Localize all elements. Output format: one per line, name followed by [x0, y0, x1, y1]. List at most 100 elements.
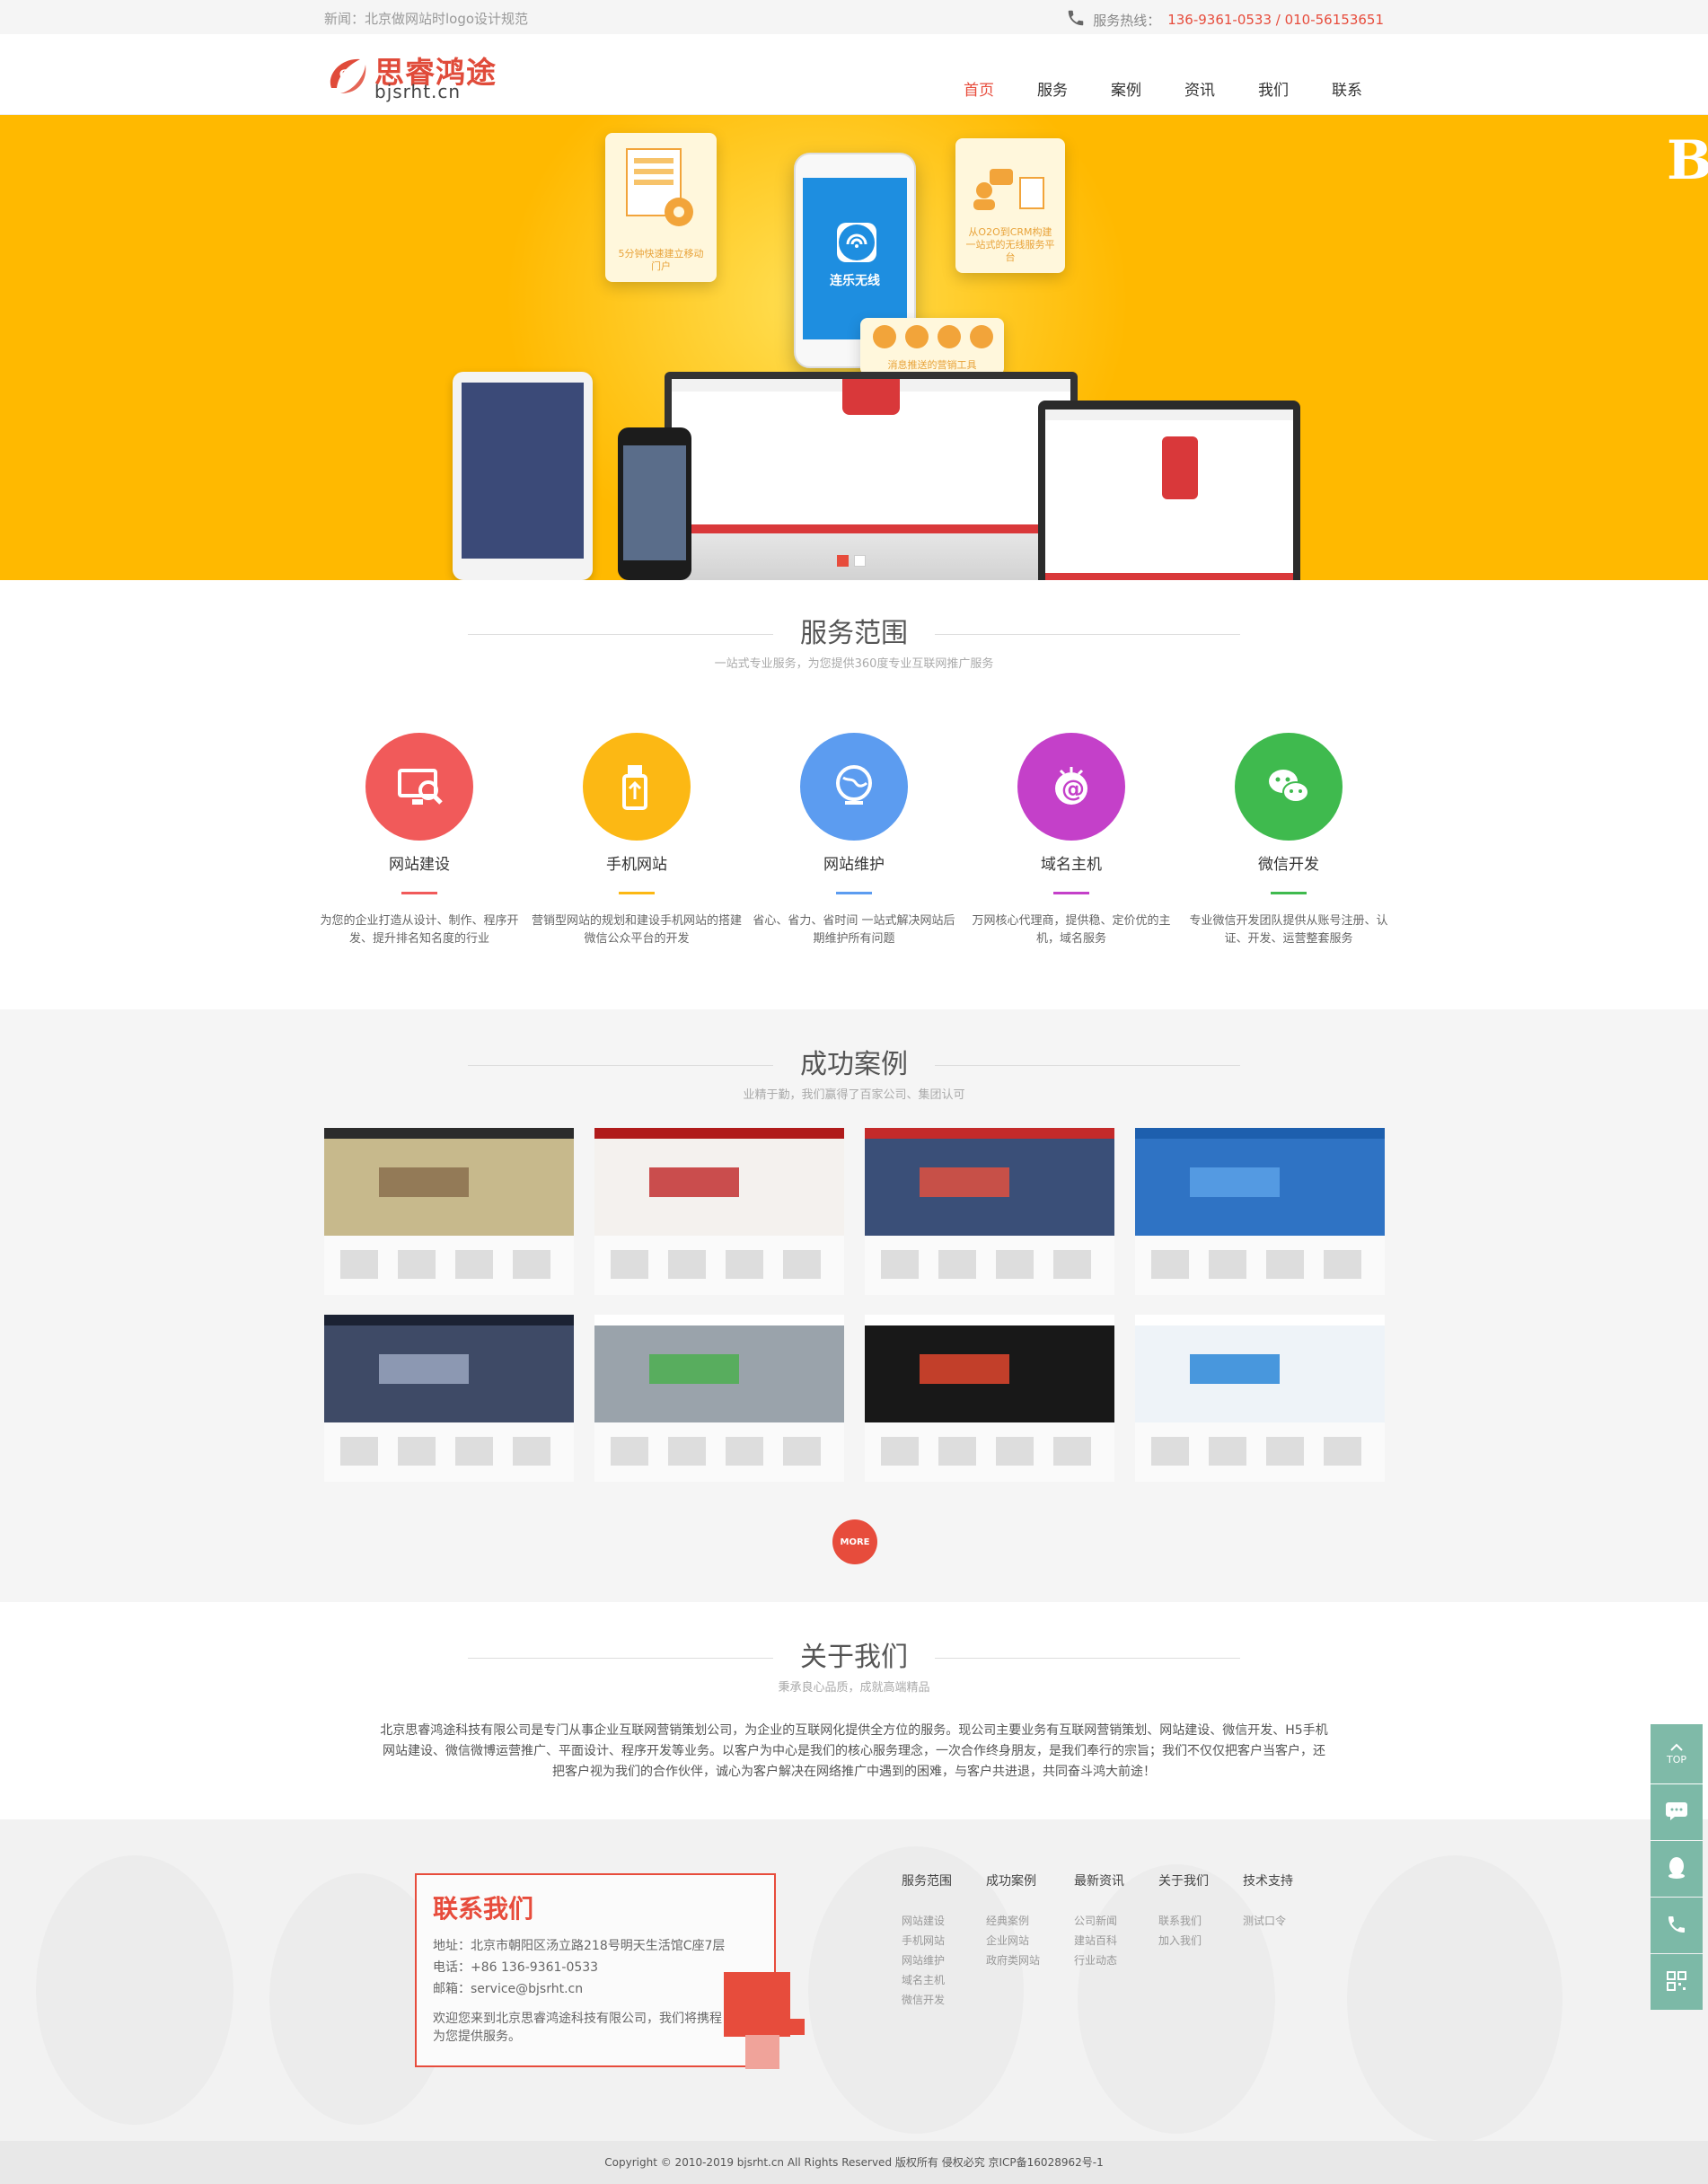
wechat-icon — [1235, 733, 1343, 841]
footer-link[interactable]: 企业网站 — [986, 1931, 1040, 1951]
banner-card-right-caption: 从O2O到CRM构建一站式的无线服务平台 — [965, 226, 1055, 263]
chat-icon — [1665, 1801, 1688, 1824]
case-thumbnail[interactable] — [324, 1315, 574, 1482]
copyright: Copyright © 2010-2019 bjsrht.cn All Righ… — [0, 2141, 1708, 2184]
back-to-top-button[interactable]: TOP — [1651, 1724, 1703, 1783]
nav-cases[interactable]: 案例 — [1089, 77, 1163, 100]
footer-link[interactable]: 微信开发 — [902, 1990, 952, 2010]
footer-link[interactable]: 行业动态 — [1074, 1951, 1124, 1970]
nav-services[interactable]: 服务 — [1016, 77, 1089, 100]
wifi-app-icon — [837, 223, 876, 262]
logo-text-en: bjsrht.cn — [374, 81, 462, 102]
footer-link[interactable]: 政府类网站 — [986, 1951, 1040, 1970]
case-thumbnail[interactable] — [865, 1128, 1114, 1295]
case-thumbnail[interactable] — [865, 1315, 1114, 1482]
contact-phone[interactable]: 电话：+86 136-9361-0533 — [433, 1958, 598, 1976]
services-title: 服务范围 — [800, 618, 908, 649]
services-heading: 服务范围 一站式专业服务，为您提供360度专业互联网推广服务 — [324, 611, 1384, 671]
service-item-mobile[interactable]: 手机网站 营销型网站的规划和建设手机网站的搭建微信公众平台的开发 — [528, 733, 745, 948]
contact-address: 地址：北京市朝阳区汤立路218号明天生活馆C座7层 — [433, 1939, 726, 1953]
hero-banner[interactable]: 5分钟快速建立移动门户 从O2O到CRM构建一站式的无线服务平台 连乐无线 消息… — [0, 115, 1708, 580]
qq-button[interactable] — [1651, 1841, 1703, 1897]
service-desc: 营销型网站的规划和建设手机网站的搭建微信公众平台的开发 — [532, 914, 743, 946]
more-button[interactable]: MORE — [832, 1519, 877, 1564]
service-item-maintenance[interactable]: 网站维护 省心、省力、省时间 一站式解决网站后期维护所有问题 — [745, 733, 963, 948]
banner-small-phone — [618, 427, 691, 580]
service-desc: 为您的企业打造从设计、制作、程序开发、提升排名知名度的行业 — [320, 914, 519, 946]
footer-link[interactable]: 测试口令 — [1243, 1911, 1293, 1931]
case-thumbnail[interactable] — [1135, 1128, 1385, 1295]
banner-card-left-caption: 5分钟快速建立移动门户 — [618, 248, 704, 272]
footer-link[interactable]: 联系我们 — [1158, 1911, 1209, 1931]
banner-card-bottom-caption: 消息推送的营销工具 — [887, 359, 977, 371]
case-thumbnail[interactable] — [594, 1128, 844, 1295]
footer-link[interactable]: 网站建设 — [902, 1911, 952, 1931]
service-name: 网站维护 — [823, 856, 885, 874]
banner-card-left: 5分钟快速建立移动门户 — [605, 133, 717, 282]
case-thumbnail[interactable] — [1135, 1315, 1385, 1482]
globe-icon — [800, 733, 908, 841]
main-nav: 首页 服务 案例 资讯 我们 联系 — [942, 77, 1384, 100]
footer-col-title: 最新资讯 — [1074, 1874, 1124, 1889]
footer-col-title: 关于我们 — [1158, 1874, 1209, 1889]
news-ticker[interactable]: 新闻：北京做网站时logo设计规范 — [324, 9, 528, 28]
phone-icon — [1666, 1914, 1687, 1938]
top-label: TOP — [1666, 1754, 1686, 1766]
footer-link[interactable]: 加入我们 — [1158, 1931, 1209, 1951]
footer-link[interactable]: 建站百科 — [1074, 1931, 1124, 1951]
hotline-label: 服务热线： — [1093, 12, 1161, 29]
footer-link[interactable]: 域名主机 — [902, 1970, 952, 1990]
footer-link[interactable]: 公司新闻 — [1074, 1911, 1124, 1931]
service-desc: 专业微信开发团队提供从账号注册、认证、开发、运营整套服务 — [1189, 914, 1388, 946]
nav-about[interactable]: 我们 — [1237, 77, 1310, 100]
qrcode-icon — [1667, 1970, 1686, 1994]
banner-pager — [837, 555, 866, 567]
social-icons — [873, 325, 993, 348]
logo[interactable]: S 思睿鸿途 bjsrht.cn — [324, 48, 504, 102]
contact-email[interactable]: 邮箱：service@bjsrht.cn — [433, 1979, 583, 1997]
chat-button[interactable] — [1651, 1784, 1703, 1840]
footer-col-title: 服务范围 — [902, 1874, 952, 1889]
contact-welcome: 欢迎您来到北京思睿鸿途科技有限公司，我们将携程为您提供服务。 — [433, 2012, 722, 2044]
case-thumbnail[interactable] — [594, 1315, 844, 1482]
about-heading: 关于我们 秉承良心品质，成就高端精品 — [324, 1634, 1384, 1695]
phone-button[interactable] — [1651, 1898, 1703, 1953]
service-item-domain[interactable]: @ 域名主机 万网核心代理商，提供稳、定价优的主机，域名服务 — [963, 733, 1180, 948]
qrcode-button[interactable] — [1651, 1954, 1703, 2010]
nav-home[interactable]: 首页 — [942, 77, 1016, 100]
service-name: 网站建设 — [389, 856, 450, 874]
footer-col-cases: 成功案例 经典案例 企业网站 政府类网站 — [986, 1871, 1040, 1970]
footer-col-about: 关于我们 联系我们 加入我们 — [1158, 1871, 1209, 1951]
nav-contact[interactable]: 联系 — [1310, 77, 1384, 100]
banner-card-right: 从O2O到CRM构建一站式的无线服务平台 — [955, 138, 1065, 273]
footer-link[interactable]: 网站维护 — [902, 1951, 952, 1970]
banner-laptop — [1038, 401, 1300, 580]
monitor-search-icon — [365, 733, 473, 841]
top-arrow-icon — [1669, 1742, 1684, 1754]
footer-link[interactable]: 经典案例 — [986, 1911, 1040, 1931]
logo-mark-icon: S — [330, 58, 366, 93]
service-name: 微信开发 — [1258, 856, 1319, 874]
footer-link[interactable]: 手机网站 — [902, 1931, 952, 1951]
service-desc: 省心、省力、省时间 一站式解决网站后期维护所有问题 — [753, 914, 955, 946]
nav-news[interactable]: 资讯 — [1163, 77, 1237, 100]
top-bar: 新闻：北京做网站时logo设计规范 服务热线： 136-9361-0533 / 0… — [0, 0, 1708, 34]
phone-app-name: 连乐无线 — [830, 274, 880, 288]
cases-title: 成功案例 — [800, 1049, 908, 1080]
decor-square-small — [788, 2019, 805, 2035]
hotline: 服务热线： 136-9361-0533 / 010-56153651 — [1066, 8, 1384, 31]
footer — [0, 1819, 1708, 2141]
decor-square-large — [724, 1972, 790, 2037]
cases-heading: 成功案例 业精于勤，我们赢得了百家公司、集团认可 — [324, 1042, 1384, 1102]
service-name: 手机网站 — [606, 856, 667, 874]
services-subtitle: 一站式专业服务，为您提供360度专业互联网推广服务 — [714, 657, 994, 671]
footer-col-support: 技术支持 测试口令 — [1243, 1871, 1293, 1931]
case-thumbnail[interactable] — [324, 1128, 574, 1295]
service-item-website[interactable]: 网站建设 为您的企业打造从设计、制作、程序开发、提升排名知名度的行业 — [311, 733, 528, 948]
phone-icon — [1066, 8, 1086, 31]
banner-dot-1[interactable] — [837, 555, 849, 567]
decor-square-pink — [745, 2035, 779, 2069]
banner-dot-2[interactable] — [854, 555, 866, 567]
service-item-wechat[interactable]: 微信开发 专业微信开发团队提供从账号注册、认证、开发、运营整套服务 — [1180, 733, 1397, 948]
contact-box: 联系我们 地址：北京市朝阳区汤立路218号明天生活馆C座7层 电话：+86 13… — [415, 1873, 776, 2067]
